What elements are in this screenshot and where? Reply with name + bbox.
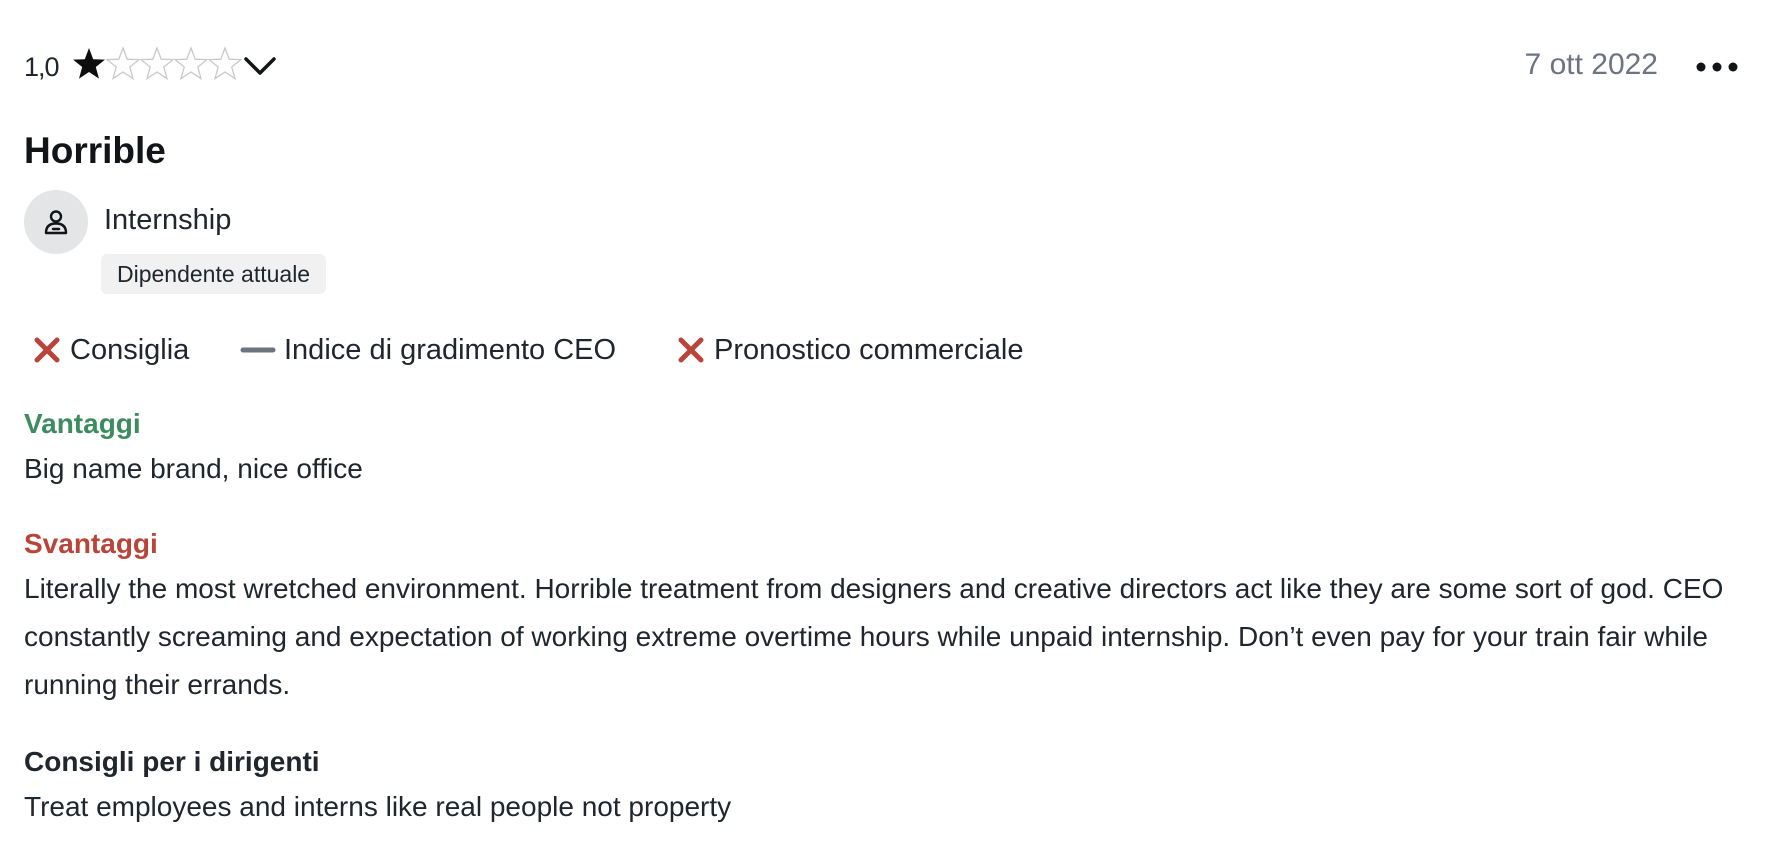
indicator-label: Indice di gradimento CEO (284, 333, 617, 366)
status-badge: Dipendente attuale (101, 254, 327, 294)
x-icon (34, 337, 60, 363)
more-options-icon[interactable] (1694, 50, 1740, 84)
star-empty-icon (174, 46, 208, 81)
review-date: 7 ott 2022 (1524, 48, 1658, 81)
star-empty-icon (106, 46, 140, 81)
chevron-down-icon[interactable] (240, 50, 280, 84)
star-empty-icon (208, 46, 242, 81)
x-icon (678, 337, 704, 363)
pros-text: Big name brand, nice office (24, 453, 363, 484)
rating-value: 1,0 (24, 52, 60, 82)
avatar (24, 190, 88, 254)
advice-text: Treat employees and interns like real pe… (24, 791, 732, 822)
advice-heading: Consigli per i dirigenti (24, 746, 320, 777)
indicator-ceo-approval: Indice di gradimento CEO (240, 330, 616, 370)
pros-heading: Vantaggi (24, 408, 141, 439)
star-empty-icon (140, 46, 174, 81)
review-header: 1,0 7 ott 2022 (24, 44, 1740, 92)
cons-text: Literally the most wretched environment.… (24, 573, 1724, 700)
indicator-label: Pronostico commerciale (714, 333, 1024, 366)
review-title: Horrible (24, 130, 166, 171)
author-job-title: Internship (104, 204, 232, 236)
cons-heading: Svantaggi (24, 528, 158, 559)
star-filled-icon (73, 48, 105, 79)
user-icon (44, 210, 68, 235)
indicator-business-outlook: Pronostico commerciale (676, 330, 1023, 370)
indicator-recommend: Consiglia (32, 330, 189, 370)
dash-icon (240, 347, 276, 353)
indicator-label: Consiglia (70, 333, 190, 366)
star-rating (72, 44, 242, 84)
